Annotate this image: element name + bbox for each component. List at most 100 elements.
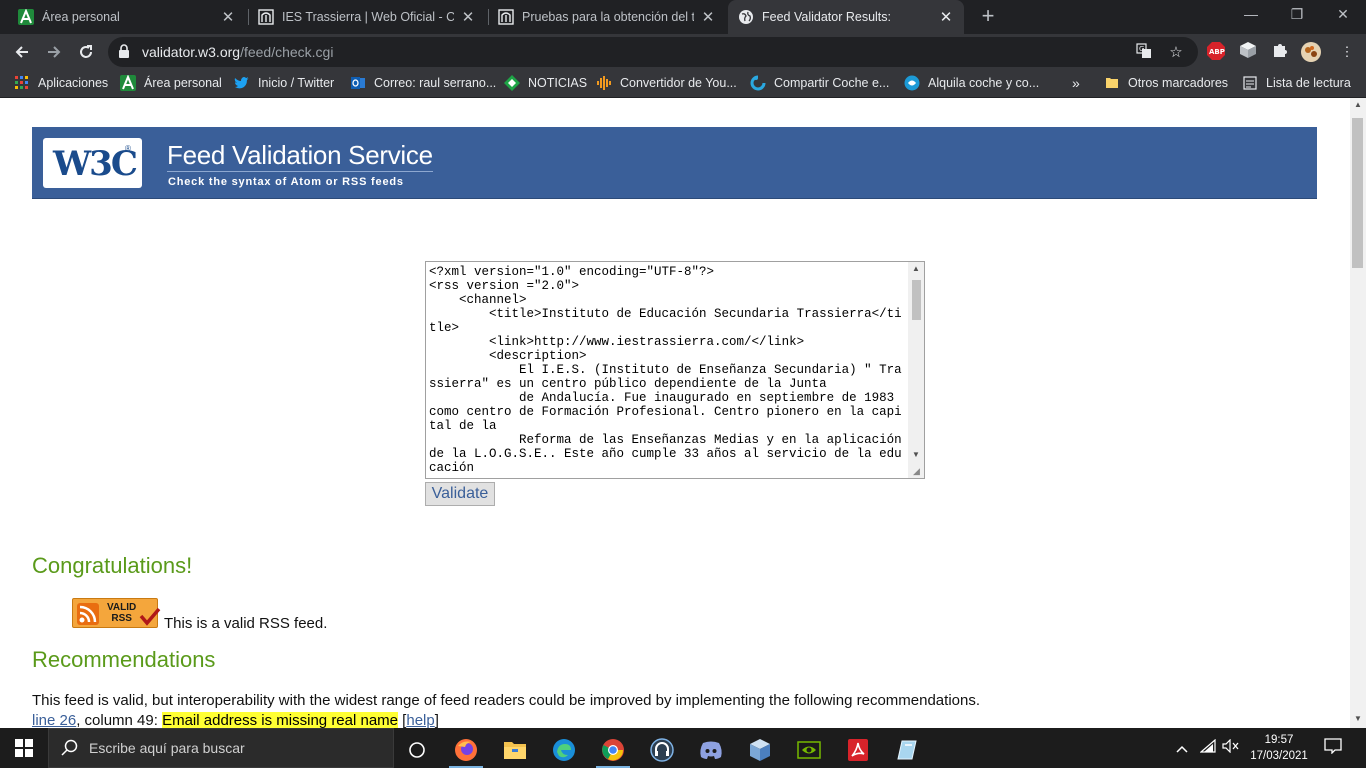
adblock-plus-icon[interactable]: ABP <box>1205 41 1227 63</box>
firefox-taskbar-button[interactable] <box>443 732 489 768</box>
tab-title: IES Trassierra | Web Oficial - Córdoba <box>282 10 454 24</box>
close-tab-icon[interactable]: ✕ <box>700 8 716 26</box>
cube-extension-icon[interactable] <box>1237 41 1259 63</box>
news-diamond-icon <box>504 75 520 91</box>
edge-taskbar-button[interactable] <box>541 732 587 768</box>
bookmark-label: Lista de lectura <box>1266 76 1351 90</box>
congratulations-heading: Congratulations! <box>32 553 193 578</box>
line-link[interactable]: line 26 <box>32 712 76 728</box>
badge-rss-text: RSS <box>111 613 132 624</box>
help-link[interactable]: help <box>406 712 434 728</box>
reading-list-icon <box>1242 75 1258 91</box>
extensions-puzzle-icon[interactable] <box>1269 41 1291 63</box>
close-tab-icon[interactable]: ✕ <box>460 8 476 26</box>
translate-icon[interactable]: G <box>1134 43 1154 61</box>
page-title[interactable]: Feed Validation Service <box>167 140 433 172</box>
page-scrollbar[interactable]: ▲ ▼ <box>1350 98 1366 728</box>
feed-source-textarea[interactable]: <?xml version="1.0" encoding="UTF-8"?> <… <box>425 261 925 479</box>
scroll-up-arrow-icon[interactable]: ▲ <box>1350 98 1366 112</box>
virtualbox-icon <box>750 739 770 761</box>
tab-ies-trassierra[interactable]: IES Trassierra | Web Oficial - Córdoba ✕ <box>248 0 486 34</box>
forward-button[interactable] <box>40 38 68 66</box>
reading-list-button[interactable]: Lista de lectura <box>1242 75 1351 91</box>
virtualbox-taskbar-button[interactable] <box>737 732 783 768</box>
menu-kebab-icon[interactable]: ⋮ <box>1336 41 1358 63</box>
bookmark-correo[interactable]: Correo: raul serrano... <box>350 75 496 91</box>
bookmark-compartir-coche[interactable]: Compartir Coche e... <box>750 75 889 91</box>
recommendation-item: line 26, column 49: Email address is mis… <box>32 712 439 728</box>
tab-feed-validator[interactable]: Feed Validator Results: ✕ <box>728 0 964 34</box>
bookmarks-bar: Aplicaciones Área personal Inicio / Twit… <box>0 70 1366 98</box>
bookmark-label: NOTICIAS <box>528 76 588 90</box>
scroll-down-arrow-icon[interactable]: ▼ <box>1350 712 1366 726</box>
task-view-icon <box>409 742 425 758</box>
w3c-logo[interactable]: W3C ® <box>43 138 142 188</box>
url-host: validator.w3.org <box>142 44 241 60</box>
headset-app-taskbar-button[interactable] <box>639 732 685 768</box>
task-view-button[interactable] <box>394 732 440 768</box>
tab-area-personal[interactable]: Área personal ✕ <box>8 0 246 34</box>
back-button[interactable] <box>8 38 36 66</box>
discord-taskbar-button[interactable] <box>688 732 734 768</box>
bookmark-area-personal[interactable]: Área personal <box>120 75 222 91</box>
minimize-button[interactable]: — <box>1228 0 1274 30</box>
bookmark-label: Compartir Coche e... <box>774 76 890 90</box>
outlook-icon <box>350 75 366 91</box>
new-tab-button[interactable]: + <box>976 4 1000 30</box>
ies-trassierra-icon <box>498 9 514 25</box>
nvidia-taskbar-button[interactable] <box>786 732 832 768</box>
chrome-taskbar-button[interactable] <box>590 732 636 768</box>
bookmark-otros-marcadores[interactable]: Otros marcadores <box>1104 75 1228 91</box>
file-explorer-taskbar-button[interactable] <box>492 732 538 768</box>
wifi-icon[interactable] <box>1198 738 1218 758</box>
search-placeholder: Escribe aquí para buscar <box>89 740 245 756</box>
close-tab-icon[interactable]: ✕ <box>220 8 236 26</box>
recommendations-heading: Recommendations <box>32 647 216 672</box>
taskbar-search-box[interactable]: Escribe aquí para buscar <box>48 728 394 768</box>
apps-grid-icon <box>14 75 30 91</box>
bookmark-star-icon[interactable]: ☆ <box>1166 43 1186 61</box>
scroll-down-arrow-icon[interactable]: ▼ <box>908 448 924 462</box>
bookmark-convertidor[interactable]: Convertidor de You... <box>596 75 737 91</box>
page-subtitle: Check the syntax of Atom or RSS feeds <box>168 176 404 188</box>
cube-app-taskbar-button[interactable] <box>884 732 930 768</box>
scroll-up-arrow-icon[interactable]: ▲ <box>908 262 924 276</box>
valid-feed-message: This is a valid RSS feed. <box>164 615 328 632</box>
restore-button[interactable]: ❐ <box>1274 0 1320 30</box>
textarea-scrollbar[interactable]: ▲ ▼ <box>908 262 924 478</box>
moodle-a-icon <box>18 9 34 25</box>
headset-icon <box>650 738 674 762</box>
bookmarks-overflow-button[interactable]: » <box>1072 75 1080 91</box>
car-rental-icon <box>904 75 920 91</box>
close-window-button[interactable]: ✕ <box>1320 0 1366 30</box>
start-button[interactable] <box>0 728 48 768</box>
validate-button[interactable]: Validate <box>425 482 495 506</box>
checkmark-icon <box>139 605 161 632</box>
tab-title: Feed Validator Results: <box>762 10 891 24</box>
bookmark-aplicaciones[interactable]: Aplicaciones <box>14 75 108 91</box>
scrollbar-thumb[interactable] <box>912 280 921 320</box>
bookmark-alquila-coche[interactable]: Alquila coche y co... <box>904 75 1039 91</box>
bookmark-twitter[interactable]: Inicio / Twitter <box>234 75 334 91</box>
chrome-icon <box>602 739 624 761</box>
taskbar-clock[interactable]: 19:57 17/03/2021 <box>1248 732 1310 764</box>
address-bar[interactable]: validator.w3.org/feed/check.cgi G ☆ <box>108 37 1198 67</box>
acrobat-taskbar-button[interactable] <box>835 732 881 768</box>
resize-grip-icon[interactable]: ◢ <box>913 467 923 477</box>
badge-valid-text: VALID <box>107 602 137 613</box>
bookmark-noticias[interactable]: NOTICIAS <box>504 75 587 91</box>
tab-pruebas-titulo[interactable]: Pruebas para la obtención del título ✕ <box>488 0 726 34</box>
profile-avatar[interactable] <box>1300 41 1322 63</box>
tray-chevron-up-icon[interactable] <box>1172 738 1192 758</box>
speaker-muted-icon[interactable] <box>1221 738 1241 758</box>
blablacar-icon <box>750 75 766 91</box>
close-tab-icon[interactable]: ✕ <box>938 8 954 26</box>
reload-button[interactable] <box>72 38 100 66</box>
browser-tab-strip: Área personal ✕ IES Trassierra | Web Ofi… <box>0 0 1366 34</box>
bookmark-label: Otros marcadores <box>1128 76 1229 90</box>
notification-center-icon[interactable] <box>1323 738 1343 758</box>
overflow-chevron-icon: » <box>1072 75 1080 91</box>
scrollbar-thumb[interactable] <box>1352 118 1363 268</box>
acrobat-icon <box>848 739 868 761</box>
url-text: validator.w3.org/feed/check.cgi <box>142 44 333 60</box>
